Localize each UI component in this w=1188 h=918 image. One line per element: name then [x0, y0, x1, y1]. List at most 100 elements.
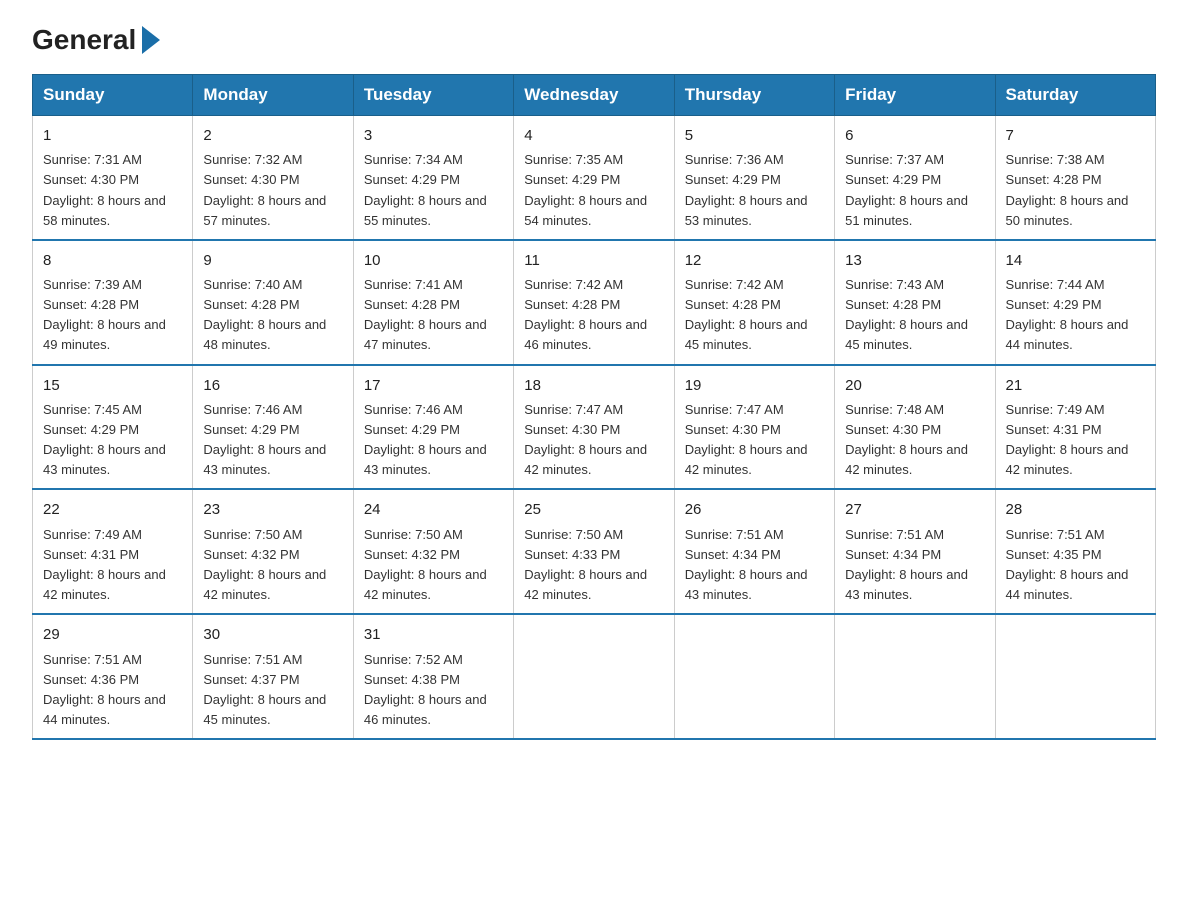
- day-info: Sunrise: 7:49 AMSunset: 4:31 PMDaylight:…: [43, 527, 166, 602]
- day-info: Sunrise: 7:48 AMSunset: 4:30 PMDaylight:…: [845, 402, 968, 477]
- calendar-cell: 28 Sunrise: 7:51 AMSunset: 4:35 PMDayligh…: [995, 489, 1155, 614]
- calendar-cell: 15 Sunrise: 7:45 AMSunset: 4:29 PMDayligh…: [33, 365, 193, 490]
- day-info: Sunrise: 7:43 AMSunset: 4:28 PMDaylight:…: [845, 277, 968, 352]
- day-number: 24: [364, 498, 503, 521]
- day-header-monday: Monday: [193, 75, 353, 116]
- day-number: 15: [43, 374, 182, 397]
- day-number: 10: [364, 249, 503, 272]
- day-header-sunday: Sunday: [33, 75, 193, 116]
- day-info: Sunrise: 7:47 AMSunset: 4:30 PMDaylight:…: [524, 402, 647, 477]
- day-number: 6: [845, 124, 984, 147]
- calendar-cell: 31 Sunrise: 7:52 AMSunset: 4:38 PMDayligh…: [353, 614, 513, 739]
- calendar-cell: 21 Sunrise: 7:49 AMSunset: 4:31 PMDayligh…: [995, 365, 1155, 490]
- calendar-week-row: 8 Sunrise: 7:39 AMSunset: 4:28 PMDaylight…: [33, 240, 1156, 365]
- calendar-cell: 24Sunrise: 7:50 AMSunset: 4:32 PMDayligh…: [353, 489, 513, 614]
- day-header-friday: Friday: [835, 75, 995, 116]
- day-number: 19: [685, 374, 824, 397]
- day-number: 2: [203, 124, 342, 147]
- day-number: 31: [364, 623, 503, 646]
- day-number: 26: [685, 498, 824, 521]
- calendar-header-row: SundayMondayTuesdayWednesdayThursdayFrid…: [33, 75, 1156, 116]
- day-number: 28: [1006, 498, 1145, 521]
- calendar-cell: 13Sunrise: 7:43 AMSunset: 4:28 PMDayligh…: [835, 240, 995, 365]
- day-header-saturday: Saturday: [995, 75, 1155, 116]
- day-number: 1: [43, 124, 182, 147]
- calendar-cell: 20 Sunrise: 7:48 AMSunset: 4:30 PMDayligh…: [835, 365, 995, 490]
- day-number: 8: [43, 249, 182, 272]
- calendar-cell: 25 Sunrise: 7:50 AMSunset: 4:33 PMDayligh…: [514, 489, 674, 614]
- day-info: Sunrise: 7:49 AMSunset: 4:31 PMDaylight:…: [1006, 402, 1129, 477]
- calendar-cell: 16 Sunrise: 7:46 AMSunset: 4:29 PMDayligh…: [193, 365, 353, 490]
- day-number: 4: [524, 124, 663, 147]
- day-info: Sunrise: 7:36 AMSunset: 4:29 PMDaylight:…: [685, 152, 808, 227]
- day-number: 29: [43, 623, 182, 646]
- day-number: 5: [685, 124, 824, 147]
- calendar-cell: 23 Sunrise: 7:50 AMSunset: 4:32 PMDayligh…: [193, 489, 353, 614]
- calendar-cell: [835, 614, 995, 739]
- day-number: 7: [1006, 124, 1145, 147]
- calendar-cell: 12 Sunrise: 7:42 AMSunset: 4:28 PMDayligh…: [674, 240, 834, 365]
- day-info: Sunrise: 7:50 AMSunset: 4:32 PMDaylight:…: [203, 527, 326, 602]
- calendar-cell: 9 Sunrise: 7:40 AMSunset: 4:28 PMDaylight…: [193, 240, 353, 365]
- calendar-cell: 18 Sunrise: 7:47 AMSunset: 4:30 PMDayligh…: [514, 365, 674, 490]
- calendar-cell: 5 Sunrise: 7:36 AMSunset: 4:29 PMDaylight…: [674, 116, 834, 240]
- day-number: 12: [685, 249, 824, 272]
- calendar-cell: 4Sunrise: 7:35 AMSunset: 4:29 PMDaylight…: [514, 116, 674, 240]
- day-number: 17: [364, 374, 503, 397]
- calendar-cell: 1Sunrise: 7:31 AMSunset: 4:30 PMDaylight…: [33, 116, 193, 240]
- day-number: 20: [845, 374, 984, 397]
- calendar-cell: 7Sunrise: 7:38 AMSunset: 4:28 PMDaylight…: [995, 116, 1155, 240]
- calendar-cell: 27Sunrise: 7:51 AMSunset: 4:34 PMDayligh…: [835, 489, 995, 614]
- day-header-tuesday: Tuesday: [353, 75, 513, 116]
- day-info: Sunrise: 7:42 AMSunset: 4:28 PMDaylight:…: [524, 277, 647, 352]
- day-info: Sunrise: 7:45 AMSunset: 4:29 PMDaylight:…: [43, 402, 166, 477]
- day-number: 23: [203, 498, 342, 521]
- calendar-cell: 30 Sunrise: 7:51 AMSunset: 4:37 PMDayligh…: [193, 614, 353, 739]
- calendar-cell: 10Sunrise: 7:41 AMSunset: 4:28 PMDayligh…: [353, 240, 513, 365]
- calendar-week-row: 15 Sunrise: 7:45 AMSunset: 4:29 PMDayligh…: [33, 365, 1156, 490]
- calendar-week-row: 1Sunrise: 7:31 AMSunset: 4:30 PMDaylight…: [33, 116, 1156, 240]
- calendar-cell: 26 Sunrise: 7:51 AMSunset: 4:34 PMDayligh…: [674, 489, 834, 614]
- calendar-week-row: 29Sunrise: 7:51 AMSunset: 4:36 PMDayligh…: [33, 614, 1156, 739]
- day-info: Sunrise: 7:51 AMSunset: 4:35 PMDaylight:…: [1006, 527, 1129, 602]
- calendar-table: SundayMondayTuesdayWednesdayThursdayFrid…: [32, 74, 1156, 740]
- day-number: 11: [524, 249, 663, 272]
- calendar-cell: [674, 614, 834, 739]
- calendar-cell: [995, 614, 1155, 739]
- day-number: 22: [43, 498, 182, 521]
- calendar-cell: 22 Sunrise: 7:49 AMSunset: 4:31 PMDayligh…: [33, 489, 193, 614]
- logo-general-text: General: [32, 24, 136, 56]
- logo-arrow-icon: [142, 26, 160, 54]
- calendar-cell: 19Sunrise: 7:47 AMSunset: 4:30 PMDayligh…: [674, 365, 834, 490]
- day-number: 27: [845, 498, 984, 521]
- day-info: Sunrise: 7:51 AMSunset: 4:34 PMDaylight:…: [685, 527, 808, 602]
- day-info: Sunrise: 7:34 AMSunset: 4:29 PMDaylight:…: [364, 152, 487, 227]
- day-info: Sunrise: 7:39 AMSunset: 4:28 PMDaylight:…: [43, 277, 166, 352]
- day-number: 21: [1006, 374, 1145, 397]
- day-info: Sunrise: 7:40 AMSunset: 4:28 PMDaylight:…: [203, 277, 326, 352]
- day-info: Sunrise: 7:50 AMSunset: 4:33 PMDaylight:…: [524, 527, 647, 602]
- calendar-cell: [514, 614, 674, 739]
- header: General: [32, 24, 1156, 56]
- day-header-thursday: Thursday: [674, 75, 834, 116]
- day-info: Sunrise: 7:46 AMSunset: 4:29 PMDaylight:…: [203, 402, 326, 477]
- day-info: Sunrise: 7:46 AMSunset: 4:29 PMDaylight:…: [364, 402, 487, 477]
- day-info: Sunrise: 7:32 AMSunset: 4:30 PMDaylight:…: [203, 152, 326, 227]
- calendar-cell: 2 Sunrise: 7:32 AMSunset: 4:30 PMDaylight…: [193, 116, 353, 240]
- day-info: Sunrise: 7:52 AMSunset: 4:38 PMDaylight:…: [364, 652, 487, 727]
- day-header-wednesday: Wednesday: [514, 75, 674, 116]
- calendar-week-row: 22 Sunrise: 7:49 AMSunset: 4:31 PMDayligh…: [33, 489, 1156, 614]
- day-number: 9: [203, 249, 342, 272]
- day-info: Sunrise: 7:42 AMSunset: 4:28 PMDaylight:…: [685, 277, 808, 352]
- day-number: 30: [203, 623, 342, 646]
- day-number: 18: [524, 374, 663, 397]
- day-number: 25: [524, 498, 663, 521]
- calendar-cell: 8 Sunrise: 7:39 AMSunset: 4:28 PMDaylight…: [33, 240, 193, 365]
- day-number: 16: [203, 374, 342, 397]
- day-info: Sunrise: 7:51 AMSunset: 4:37 PMDaylight:…: [203, 652, 326, 727]
- day-info: Sunrise: 7:37 AMSunset: 4:29 PMDaylight:…: [845, 152, 968, 227]
- calendar-cell: 6 Sunrise: 7:37 AMSunset: 4:29 PMDaylight…: [835, 116, 995, 240]
- calendar-cell: 29Sunrise: 7:51 AMSunset: 4:36 PMDayligh…: [33, 614, 193, 739]
- logo: General: [32, 24, 160, 56]
- day-number: 14: [1006, 249, 1145, 272]
